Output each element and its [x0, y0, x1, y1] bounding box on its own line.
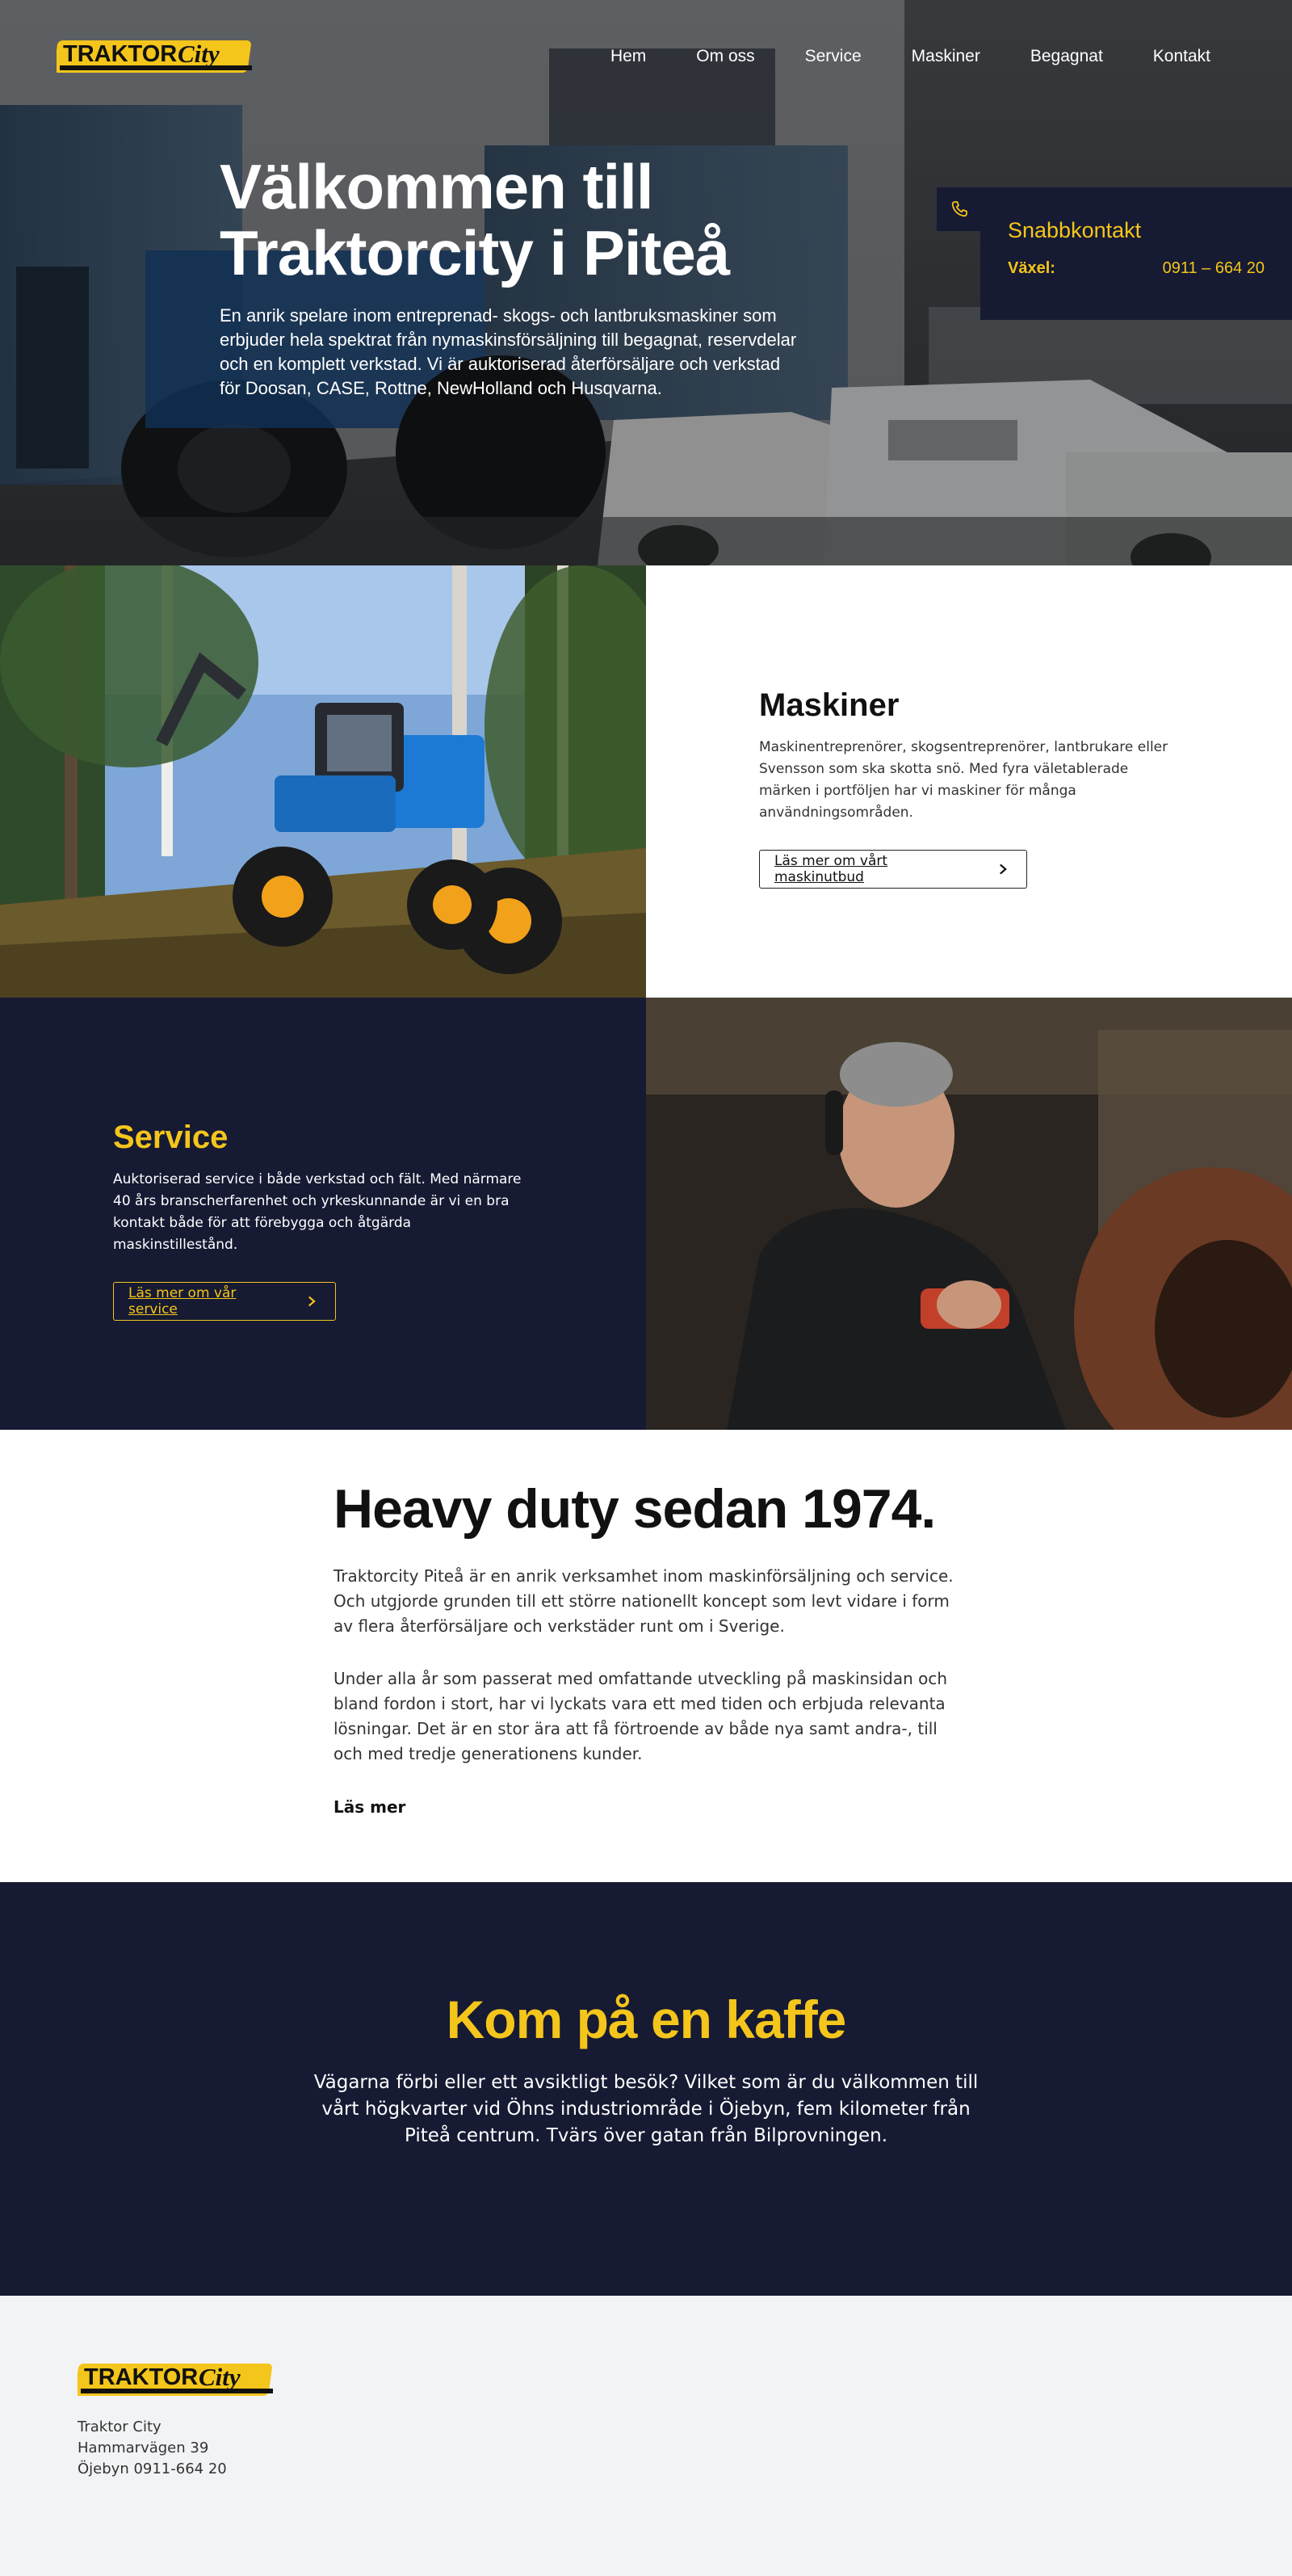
hero-title-line-1: Välkommen till [220, 151, 653, 222]
footer-city-phone: Öjebyn 0911-664 20 [78, 2460, 227, 2477]
footer-address: Traktor City Hammarvägen 39 Öjebyn 0911-… [78, 2417, 1292, 2480]
service-text: Auktoriserad service i både verkstad och… [113, 1171, 522, 1253]
visit-us-text: Vägarna förbi eller ett avsiktligt besök… [313, 2072, 979, 2146]
logo-graphic: TRAKTOR City [57, 40, 252, 73]
phone-icon[interactable] [937, 187, 982, 231]
history-read-more-link[interactable]: Läs mer [333, 1797, 405, 1817]
visit-us-section: Kom på en kaffe Vägarna förbi eller ett … [0, 1882, 1292, 2296]
quick-contact-title: Snabbkontakt [1008, 218, 1142, 242]
maskiner-section: Maskiner Maskinentreprenörer, skogsentre… [0, 565, 1292, 998]
maskiner-copy: Maskiner Maskinentreprenörer, skogsentre… [646, 565, 1292, 998]
maskiner-text: Maskinentreprenörer, skogsentreprenörer,… [759, 739, 1168, 821]
service-copy: Service Auktoriserad service i både verk… [0, 998, 646, 1430]
nav-item-begagnat[interactable]: Begagnat [1005, 47, 1128, 66]
visit-us-title: Kom på en kaffe [446, 1990, 847, 2049]
service-title: Service [113, 1120, 229, 1155]
traktor-city-logo[interactable]: TRAKTOR City [57, 39, 255, 74]
footer-street: Hammarvägen 39 [78, 2439, 209, 2456]
footer-logo-text-1: TRAKTOR [84, 2364, 198, 2390]
footer-logo[interactable]: TRAKTOR City [78, 2362, 1292, 2397]
footer: TRAKTOR City Traktor City Hammarvägen 39… [0, 2296, 1292, 2576]
switchboard-label: Växel: [1008, 259, 1055, 277]
logo-text-2: City [178, 40, 220, 68]
footer-company: Traktor City [78, 2418, 162, 2435]
hero-section: TRAKTOR City Hem Om oss Service Maskiner… [0, 0, 1292, 565]
hero-title-line-2: Traktorcity i Piteå [220, 217, 730, 288]
chevron-right-icon [1000, 864, 1008, 875]
maskiner-button-label: Läs mer om vårt maskinutbud [774, 853, 888, 885]
service-section: Service Auktoriserad service i både verk… [0, 998, 1292, 1430]
history-title: Heavy duty sedan 1974. [333, 1478, 936, 1540]
quick-contact-row: Växel: 0911 – 664 20 [1008, 259, 1265, 278]
nav-item-hem[interactable]: Hem [585, 47, 671, 66]
quick-contact-box: Snabbkontakt Växel: 0911 – 664 20 [937, 187, 1292, 320]
service-read-more-button[interactable]: Läs mer om vår service [113, 1282, 336, 1321]
quick-contact-panel: Snabbkontakt Växel: 0911 – 664 20 [980, 187, 1292, 320]
nav-item-kontakt[interactable]: Kontakt [1128, 47, 1235, 66]
footer-logo-graphic: TRAKTOR City [78, 2363, 273, 2396]
hero-text-block: Välkommen till Traktorcity i Piteå En an… [220, 153, 801, 401]
history-paragraph-2: Under alla år som passerat med omfattand… [333, 1669, 948, 1763]
chevron-right-icon [308, 1296, 317, 1307]
footer-logo-text-2: City [199, 2363, 241, 2391]
hero-title: Välkommen till Traktorcity i Piteå [220, 153, 801, 286]
main-nav: Hem Om oss Service Maskiner Begagnat Kon… [585, 47, 1235, 66]
top-navigation-bar: TRAKTOR City Hem Om oss Service Maskiner… [0, 0, 1292, 113]
history-paragraph-1: Traktorcity Piteå är en anrik verksamhet… [333, 1566, 954, 1636]
switchboard-phone-link[interactable]: 0911 – 664 20 [1163, 259, 1265, 278]
maskiner-title: Maskiner [759, 687, 900, 723]
forestry-machine-image [0, 565, 646, 998]
nav-item-service[interactable]: Service [780, 47, 887, 66]
hero-lead: En anrik spelare inom entreprenad- skogs… [220, 305, 797, 398]
service-button-label: Läs mer om vår service [128, 1285, 237, 1317]
logo-text-1: TRAKTOR [63, 41, 177, 67]
history-section: Heavy duty sedan 1974. Traktorcity Piteå… [0, 1430, 1292, 1882]
nav-item-om-oss[interactable]: Om oss [671, 47, 779, 66]
nav-item-maskiner[interactable]: Maskiner [887, 47, 1005, 66]
maskiner-read-more-button[interactable]: Läs mer om vårt maskinutbud [759, 850, 1027, 889]
mechanic-image [646, 998, 1292, 1430]
